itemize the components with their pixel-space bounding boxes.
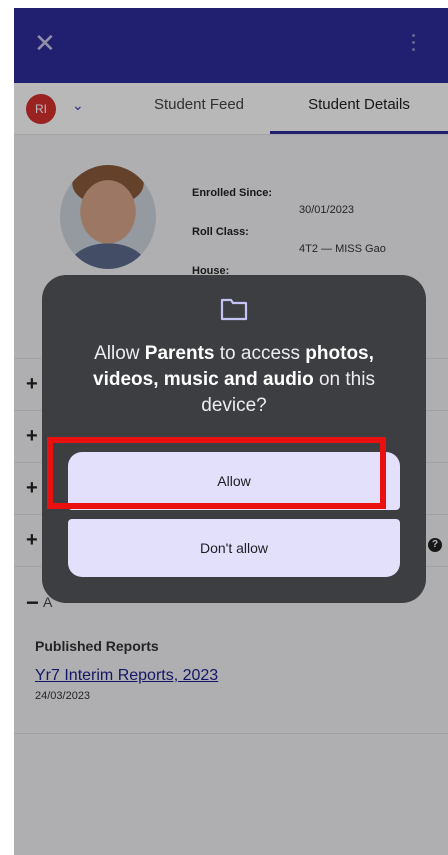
dialog-app-name: Parents xyxy=(144,343,215,364)
allow-highlight-box xyxy=(47,437,386,509)
dialog-text-prefix: Allow xyxy=(94,343,145,364)
folder-icon xyxy=(220,298,248,321)
dialog-text-middle: to access xyxy=(214,343,306,364)
dialog-message: Allow Parents to access photos, videos, … xyxy=(62,341,406,419)
dont-allow-button[interactable]: Don't allow xyxy=(68,519,400,577)
phone-screen: ✕ RI ⌄ Student Feed Student Details Enro… xyxy=(14,8,448,855)
